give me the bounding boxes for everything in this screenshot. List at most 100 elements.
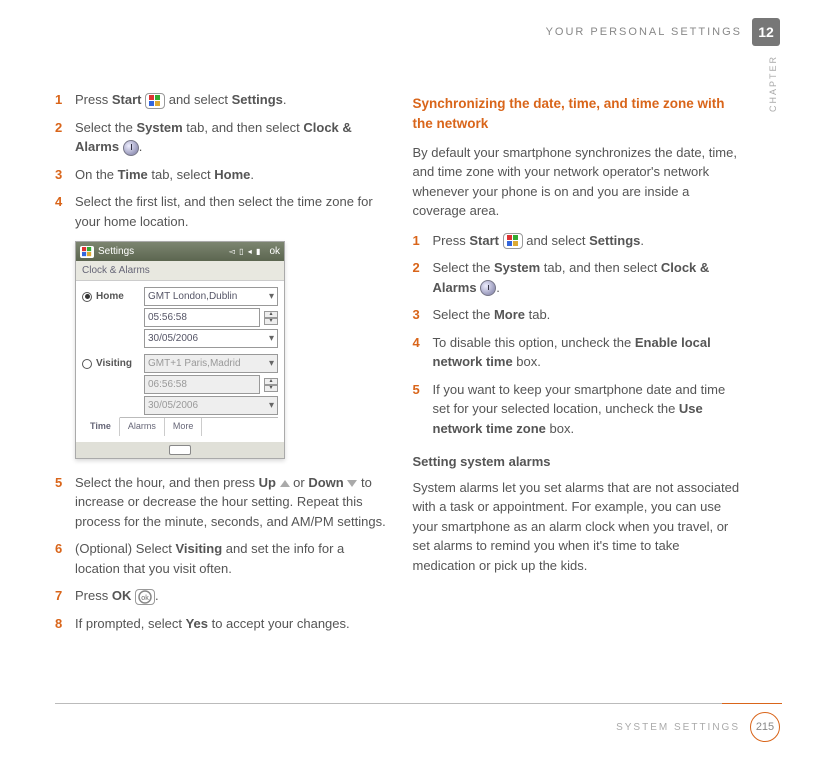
text: . xyxy=(640,233,644,248)
step-text: Press Start and select Settings. xyxy=(433,231,746,251)
step-text: Select the first list, and then select t… xyxy=(75,192,388,231)
step-text: Select the System tab, and then select C… xyxy=(75,118,388,157)
home-time-input: 05:56:58 xyxy=(144,308,260,327)
step-number: 2 xyxy=(55,118,75,157)
section-heading-sync: Synchronizing the date, time, and time z… xyxy=(413,94,746,135)
screenshot-title: Settings xyxy=(98,244,134,259)
step-text: Select the More tab. xyxy=(433,305,746,325)
text: . xyxy=(155,588,159,603)
step-number: 8 xyxy=(55,614,75,634)
step-1: 1 Press Start and select Settings. xyxy=(55,90,388,110)
ok-button-icon: ok xyxy=(135,589,155,605)
step-text: To disable this option, uncheck the Enab… xyxy=(433,333,746,372)
clock-icon xyxy=(123,140,139,156)
text: Press xyxy=(75,92,112,107)
step-number: 7 xyxy=(55,586,75,606)
home-timezone-dropdown: GMT London,Dublin xyxy=(144,287,278,306)
text: Press xyxy=(75,588,112,603)
visiting-label: Visiting xyxy=(96,356,140,371)
bold: System xyxy=(494,260,540,275)
bold: Start xyxy=(112,92,142,107)
windows-start-icon xyxy=(145,93,165,109)
step-number: 5 xyxy=(413,380,433,439)
visiting-radio xyxy=(82,359,92,369)
step-number: 1 xyxy=(55,90,75,110)
text: Select the xyxy=(75,120,136,135)
step-text: Press OK ok. xyxy=(75,586,388,606)
text: to accept your changes. xyxy=(208,616,350,631)
status-icons: ◅ ▯ ◂ ▮ xyxy=(229,246,262,258)
svg-text:ok: ok xyxy=(141,595,149,602)
text: tab, and then select xyxy=(183,120,304,135)
bold: Settings xyxy=(589,233,640,248)
visiting-time-input: 06:56:58 xyxy=(144,375,260,394)
text: Press xyxy=(433,233,470,248)
left-column: 1 Press Start and select Settings. 2 Sel… xyxy=(55,90,388,641)
text: Select the xyxy=(433,260,494,275)
ok-softkey: ok xyxy=(269,244,280,259)
text: tab. xyxy=(525,307,550,322)
bold: Time xyxy=(118,167,148,182)
settings-screenshot: Settings ◅ ▯ ◂ ▮ ok Clock & Alarms Home … xyxy=(75,241,285,459)
page-footer: SYSTEM SETTINGS 215 xyxy=(55,703,780,742)
text: If prompted, select xyxy=(75,616,186,631)
tab-time: Time xyxy=(82,417,120,436)
home-label: Home xyxy=(96,289,140,304)
page-number: 215 xyxy=(750,712,780,742)
bold: Settings xyxy=(232,92,283,107)
chapter-label-vertical: CHAPTER xyxy=(767,55,781,112)
screenshot-tabs: Time Alarms More xyxy=(82,417,278,436)
text: Select the xyxy=(433,307,494,322)
text: On the xyxy=(75,167,118,182)
step-number: 2 xyxy=(413,258,433,297)
text: box. xyxy=(546,421,574,436)
step-3: 3 On the Time tab, select Home. xyxy=(55,165,388,185)
bold: Home xyxy=(214,167,250,182)
text: box. xyxy=(513,354,541,369)
right-column: Synchronizing the date, time, and time z… xyxy=(413,90,746,641)
tab-more: More xyxy=(165,418,203,436)
step-number: 1 xyxy=(413,231,433,251)
text: . xyxy=(139,139,143,154)
step-6: 6 (Optional) Select Visiting and set the… xyxy=(55,539,388,578)
clock-icon xyxy=(480,280,496,296)
step-r5: 5 If you want to keep your smartphone da… xyxy=(413,380,746,439)
text: (Optional) Select xyxy=(75,541,175,556)
visiting-timezone-dropdown: GMT+1 Paris,Madrid xyxy=(144,354,278,373)
down-arrow-icon xyxy=(347,480,357,487)
step-number: 4 xyxy=(413,333,433,372)
step-number: 4 xyxy=(55,192,75,231)
bold: More xyxy=(494,307,525,322)
step-7: 7 Press OK ok. xyxy=(55,586,388,606)
text: To disable this option, uncheck the xyxy=(433,335,635,350)
bold: Start xyxy=(469,233,499,248)
step-number: 3 xyxy=(55,165,75,185)
step-r3: 3 Select the More tab. xyxy=(413,305,746,325)
step-text: On the Time tab, select Home. xyxy=(75,165,388,185)
section-heading-alarms: Setting system alarms xyxy=(413,452,746,472)
text: tab, select xyxy=(148,167,214,182)
visiting-date-dropdown: 30/05/2006 xyxy=(144,396,278,415)
step-number: 6 xyxy=(55,539,75,578)
text: or xyxy=(293,475,308,490)
windows-start-icon xyxy=(503,233,523,249)
step-2: 2 Select the System tab, and then select… xyxy=(55,118,388,157)
screenshot-subtitle: Clock & Alarms xyxy=(76,261,284,281)
text: Select the hour, and then press xyxy=(75,475,259,490)
home-date-dropdown: 30/05/2006 xyxy=(144,329,278,348)
step-5: 5 Select the hour, and then press Up or … xyxy=(55,473,388,532)
step-text: Select the System tab, and then select C… xyxy=(433,258,746,297)
keyboard-icon xyxy=(169,445,191,455)
step-r1: 1 Press Start and select Settings. xyxy=(413,231,746,251)
paragraph: System alarms let you set alarms that ar… xyxy=(413,478,746,576)
step-text: Press Start and select Settings. xyxy=(75,90,388,110)
spinner: ▴▾ xyxy=(264,311,278,325)
text: . xyxy=(250,167,254,182)
bold: Up xyxy=(259,475,276,490)
text: and select xyxy=(169,92,232,107)
step-text: If you want to keep your smartphone date… xyxy=(433,380,746,439)
text: tab, and then select xyxy=(540,260,661,275)
bold: System xyxy=(136,120,182,135)
footer-accent-line xyxy=(722,703,782,704)
bold: OK xyxy=(112,588,132,603)
